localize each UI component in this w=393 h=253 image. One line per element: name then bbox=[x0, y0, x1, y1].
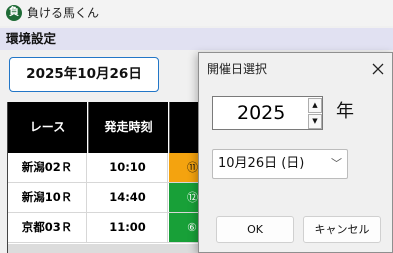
start-time-cell: 10:10 bbox=[88, 153, 168, 182]
dialog-title: 開催日選択 bbox=[207, 62, 268, 76]
table-row[interactable]: 新潟02Ｒ 10:10 ⑪ bbox=[8, 153, 208, 183]
year-spinbox: ▲ ▼ bbox=[212, 96, 323, 130]
race-table: レース 発走時刻 新潟02Ｒ 10:10 ⑪ 新潟10Ｒ 14:40 ⑫ 京都0… bbox=[7, 102, 209, 253]
column-header-start-time[interactable]: 発走時刻 bbox=[88, 102, 168, 153]
menu-bar: 環境設定 bbox=[0, 28, 393, 50]
year-increment-button[interactable]: ▲ bbox=[308, 98, 322, 113]
table-row-empty bbox=[8, 244, 208, 253]
date-dropdown-value: 10月26日 (日) bbox=[218, 156, 305, 171]
table-row[interactable]: 京都03Ｒ 11:00 ⑥ bbox=[8, 213, 208, 243]
start-time-cell: 11:00 bbox=[88, 213, 168, 242]
race-name-cell: 新潟10Ｒ bbox=[8, 183, 87, 212]
ok-button[interactable]: OK bbox=[216, 216, 294, 243]
year-unit-label: 年 bbox=[336, 101, 354, 122]
year-decrement-button[interactable]: ▼ bbox=[308, 114, 322, 129]
start-time-cell: 14:40 bbox=[88, 183, 168, 212]
menu-item-settings[interactable]: 環境設定 bbox=[6, 30, 56, 48]
window-title: 負ける馬くん bbox=[27, 6, 100, 20]
table-row[interactable]: 新潟10Ｒ 14:40 ⑫ bbox=[8, 183, 208, 213]
year-input[interactable] bbox=[214, 98, 307, 128]
close-icon[interactable] bbox=[365, 57, 391, 81]
race-name-cell: 新潟02Ｒ bbox=[8, 153, 87, 182]
app-logo-icon: 負 bbox=[6, 5, 22, 21]
cancel-button[interactable]: キャンセル bbox=[303, 216, 381, 243]
close-icon-glyph bbox=[372, 63, 384, 75]
title-bar: 負 負ける馬くん bbox=[0, 0, 393, 26]
chevron-down-icon: ﹀ bbox=[331, 157, 342, 170]
date-select-dialog: 開催日選択 ▲ ▼ 年 10月26日 (日) ﹀ OK キャンセル bbox=[198, 52, 393, 253]
race-date-button[interactable]: 2025年10月26日 bbox=[9, 57, 159, 92]
race-name-cell: 京都03Ｒ bbox=[8, 213, 87, 242]
column-header-race[interactable]: レース bbox=[8, 102, 87, 153]
date-dropdown[interactable]: 10月26日 (日) ﹀ bbox=[212, 149, 348, 179]
